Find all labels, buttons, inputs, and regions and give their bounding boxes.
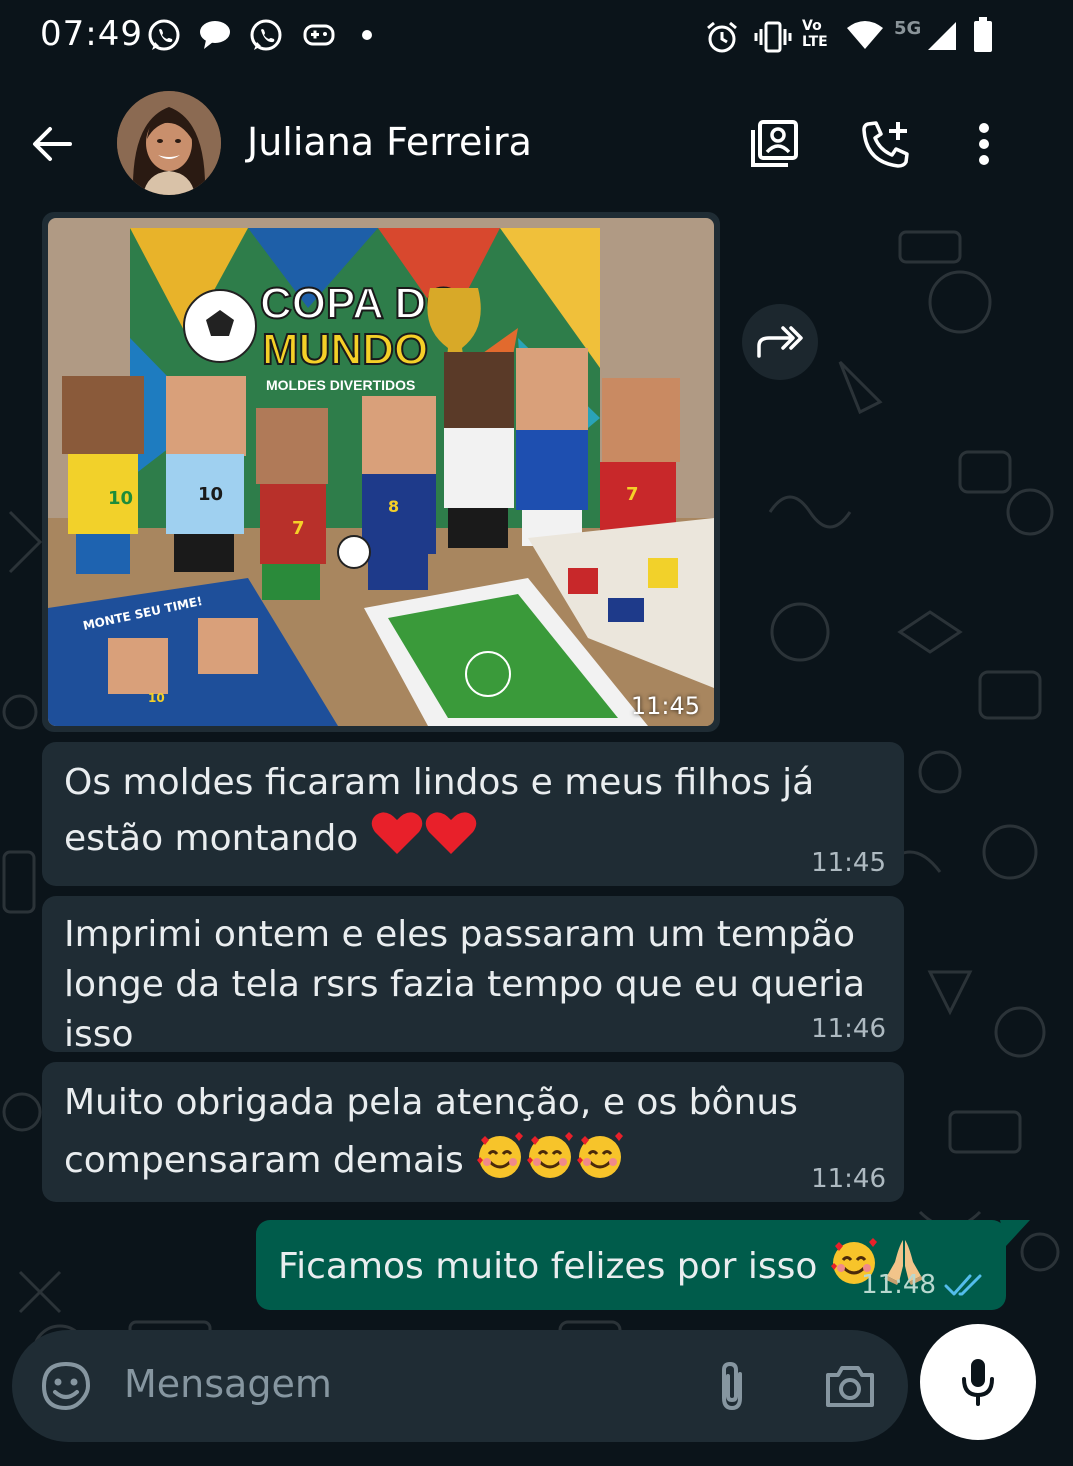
message-text: Os moldes ficaram lindos e meus filhos j… <box>64 756 882 866</box>
volte-label: Vo <box>802 18 822 34</box>
paper-figure-france: 8 <box>362 396 436 590</box>
message-line-text: compensaram demais <box>64 1140 464 1181</box>
paperclip-icon <box>722 1361 742 1411</box>
network-type-label: 5G <box>894 18 922 39</box>
alarm-icon <box>707 21 737 53</box>
message-notification-icon <box>200 21 230 49</box>
contact-card-button[interactable] <box>746 116 802 172</box>
message-time: 11:46 <box>811 1014 886 1044</box>
red-heart-emoji <box>425 812 477 854</box>
whatsapp-notification-icon-2 <box>250 19 282 51</box>
lte-label: LTE <box>802 34 828 50</box>
cellular-signal-icon <box>928 22 956 50</box>
voice-message-button[interactable] <box>920 1324 1036 1440</box>
paper-figure-argentina: 10 <box>166 376 246 572</box>
contact-name[interactable]: Juliana Ferreira <box>247 120 532 164</box>
chat-header: Juliana Ferreira <box>0 72 1073 212</box>
jersey-number: 8 <box>388 497 399 516</box>
jersey-number: 7 <box>292 518 305 539</box>
jersey-number: 10 <box>108 488 133 509</box>
message-time: 11:46 <box>811 1164 886 1194</box>
message-text: Muito obrigada pela atenção, e os bônus … <box>64 1076 882 1188</box>
message-time: 11:45 <box>811 848 886 878</box>
smiling-face-with-hearts-emoji <box>577 1132 624 1178</box>
more-options-button[interactable] <box>956 116 1012 172</box>
add-call-icon <box>862 121 909 168</box>
contact-avatar[interactable] <box>117 91 221 195</box>
camera-icon <box>826 1366 874 1407</box>
vibrate-icon <box>754 21 792 53</box>
back-button[interactable] <box>24 116 80 172</box>
more-vert-icon <box>979 123 989 165</box>
game-controller-icon <box>303 24 335 46</box>
incoming-message[interactable]: Os moldes ficaram lindos e meus filhos j… <box>42 742 904 886</box>
jersey-number: 10 <box>148 691 165 705</box>
message-time: 11:48 <box>861 1270 986 1300</box>
red-heart-emoji <box>371 812 423 854</box>
incoming-message[interactable]: Imprimi ontem e eles passaram um tempão … <box>42 896 904 1055</box>
more-notifications-dot <box>362 30 372 40</box>
status-time: 07:49 <box>40 14 143 54</box>
battery-icon <box>974 17 992 52</box>
message-input[interactable]: Mensagem <box>124 1362 332 1406</box>
message-line-text: estão montando <box>64 818 359 859</box>
paper-figure-italy <box>516 348 588 546</box>
avatar-photo <box>117 91 221 195</box>
image-message[interactable]: COPA DO MUNDO MOLDES DIVERTIDOS 10 10 7 … <box>48 218 714 726</box>
back-arrow-icon <box>33 127 72 161</box>
message-line: Muito obrigada pela atenção, e os bônus <box>64 1082 798 1123</box>
message-line: longe da tela rsrs fazia tempo que eu qu… <box>64 964 866 1055</box>
image-title-line-2: MUNDO <box>262 325 428 374</box>
camera-button[interactable] <box>822 1358 878 1414</box>
jersey-number: 7 <box>626 484 639 505</box>
message-line-text: Ficamos muito felizes por isso <box>278 1246 818 1287</box>
image-message-bubble[interactable]: COPA DO MUNDO MOLDES DIVERTIDOS 10 10 7 … <box>42 212 720 732</box>
contact-card-icon <box>751 120 798 167</box>
paper-figure-germany <box>444 352 514 548</box>
sticker-emoji-icon <box>41 1361 91 1411</box>
world-cup-paper-toys-photo: COPA DO MUNDO MOLDES DIVERTIDOS 10 10 7 … <box>48 218 714 726</box>
smiling-face-with-hearts-emoji <box>477 1132 524 1178</box>
jersey-number: 10 <box>198 484 223 505</box>
message-line: Imprimi ontem e eles passaram um tempão <box>64 914 856 955</box>
message-time-text: 11:48 <box>861 1270 936 1300</box>
message-line: Os moldes ficaram lindos e meus filhos j… <box>64 762 815 803</box>
message-time: 11:45 <box>630 692 700 720</box>
image-subtitle: MOLDES DIVERTIDOS <box>266 377 415 393</box>
smiling-face-with-hearts-emoji <box>527 1132 574 1178</box>
volte-indicator: Vo LTE <box>802 18 836 50</box>
forward-icon <box>757 326 803 358</box>
microphone-icon <box>962 1359 994 1406</box>
outgoing-message[interactable]: Ficamos muito felizes por isso 11:48 <box>256 1220 1006 1310</box>
forward-button[interactable] <box>742 304 818 380</box>
attach-button[interactable] <box>704 1358 760 1414</box>
message-line: estão montando <box>64 810 882 866</box>
emoji-button[interactable] <box>38 1358 94 1414</box>
incoming-message[interactable]: Muito obrigada pela atenção, e os bônus … <box>42 1062 904 1202</box>
message-line: compensaram demais <box>64 1130 882 1188</box>
whatsapp-notification-icon <box>148 19 180 51</box>
message-composer[interactable]: Mensagem <box>12 1330 908 1442</box>
status-bar: 07:49 Vo LTE 5G <box>0 0 1073 72</box>
read-receipt-icon <box>944 1274 982 1296</box>
add-call-button[interactable] <box>858 116 914 172</box>
message-text: Imprimi ontem e eles passaram um tempão … <box>64 910 882 1060</box>
wifi-icon <box>847 21 883 49</box>
chat-area[interactable]: COPA DO MUNDO MOLDES DIVERTIDOS 10 10 7 … <box>0 212 1073 1466</box>
paper-figure-portugal: 7 <box>256 408 328 600</box>
outgoing-bubble-tail <box>1000 1220 1030 1246</box>
